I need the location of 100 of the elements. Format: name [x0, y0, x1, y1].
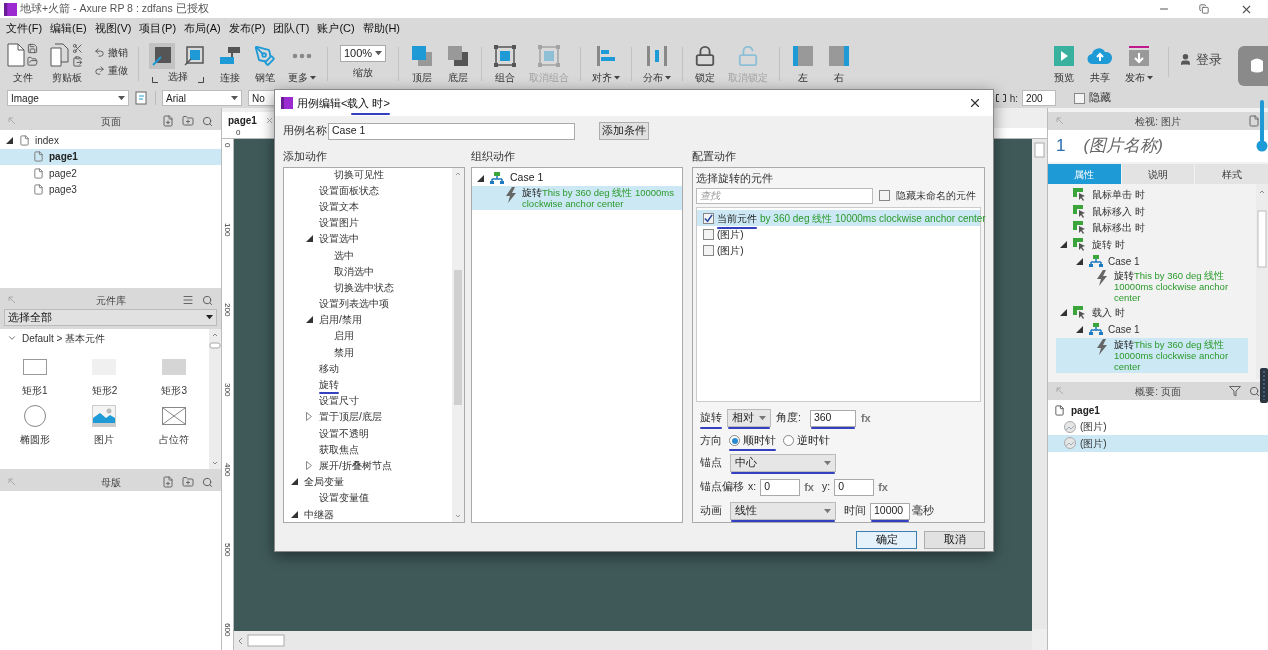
expanded-triangle-icon[interactable] [306, 235, 313, 243]
save-icon[interactable] [27, 43, 38, 54]
radio-option[interactable]: 顺时针 [729, 432, 776, 449]
menu-item[interactable]: 文件(F) [2, 19, 47, 37]
inspector-tab[interactable]: 说明 [1121, 164, 1195, 184]
action-item[interactable]: 设置变量值 [319, 491, 369, 505]
menu-item[interactable]: 项目(P) [135, 19, 181, 37]
dropdown[interactable]: 线性 [730, 502, 836, 520]
library-dropdown[interactable]: 选择全部 [4, 309, 217, 326]
event-item[interactable]: 载入 时 [1048, 304, 1256, 322]
expanded-triangle-icon[interactable] [291, 478, 298, 486]
action-item[interactable]: 设置面板状态 [319, 183, 379, 197]
fx-button[interactable]: fx [878, 478, 888, 496]
login-button[interactable]: 登录 [1179, 50, 1222, 70]
select-mode-button[interactable] [149, 43, 175, 69]
cancel-button[interactable]: 取消 [924, 531, 985, 549]
menu-item[interactable]: 布局(A) [180, 19, 225, 37]
search-icon[interactable] [1249, 385, 1260, 397]
event-item[interactable]: 旋转 时 [1048, 236, 1256, 253]
page-icon[interactable] [1248, 115, 1260, 127]
toolbar-button[interactable]: 分布 [638, 43, 676, 87]
add-folder-icon[interactable] [182, 115, 194, 127]
widget-item[interactable]: 矩形3 [139, 355, 209, 398]
expanded-triangle-icon[interactable] [306, 316, 313, 324]
toolbar-button[interactable]: 更多 [283, 43, 321, 87]
checkbox[interactable] [1074, 92, 1085, 104]
folder-icon[interactable] [27, 56, 38, 67]
collapsed-triangle-icon[interactable] [306, 460, 312, 470]
action-item[interactable]: 展开/折叠树节点 [319, 458, 392, 472]
chevron-icon[interactable] [7, 333, 17, 343]
action-item[interactable]: 取消选中 [334, 264, 374, 278]
toolbar-button[interactable]: 左 [786, 43, 820, 87]
menu-item[interactable]: 编辑(E) [46, 19, 91, 37]
toolbar-button[interactable]: 文件 [2, 43, 43, 87]
cut-icon[interactable] [72, 43, 83, 54]
checkbox[interactable] [703, 244, 714, 256]
event-item[interactable]: 鼠标移入 时 [1048, 202, 1256, 220]
dropdown[interactable]: 相对 [727, 409, 771, 427]
element-type-dropdown[interactable]: Image [7, 90, 129, 106]
expanded-triangle-icon[interactable] [1060, 240, 1067, 248]
target-row[interactable]: (图片) [697, 226, 980, 242]
tree-item[interactable]: page1 [0, 148, 221, 165]
action-item[interactable]: 设置选中 [319, 232, 359, 246]
action-item[interactable]: 启用 [334, 329, 354, 343]
toolbar-button[interactable]: 共享 [1082, 43, 1118, 87]
widget-item[interactable]: 矩形2 [69, 355, 140, 398]
action-item[interactable]: 置于顶层/底层 [319, 410, 382, 424]
menu-item[interactable]: 帮助(H) [358, 19, 404, 37]
menu-item[interactable]: 团队(T) [269, 19, 314, 37]
menu-item[interactable]: 发布(P) [224, 19, 270, 37]
action-item[interactable]: 设置列表选中项 [319, 297, 389, 311]
tree-item[interactable]: (图片) [1048, 418, 1268, 435]
search-icon[interactable] [202, 115, 213, 127]
name-field[interactable]: (图片名称) [1083, 133, 1163, 159]
dropdown[interactable]: 中心 [730, 454, 836, 472]
toolbar-button[interactable]: 对齐 [587, 43, 625, 87]
toolbar-button[interactable]: 撤销 [94, 45, 128, 60]
input-field[interactable]: Case 1 [328, 122, 575, 140]
action-item[interactable]: 设置图片 [319, 216, 359, 230]
action-row[interactable]: 旋转This by 360 deg 线性 10000ms clockwise anchor center [1056, 269, 1248, 305]
action-item[interactable]: 设置尺寸 [319, 394, 359, 408]
add-condition-button[interactable]: 添加条件 [599, 122, 649, 140]
fx-button[interactable]: fx [804, 478, 814, 496]
action-item[interactable]: 切换选中状态 [334, 280, 394, 294]
search-field[interactable]: 查找 [696, 187, 873, 204]
expanded-triangle-icon[interactable] [1076, 325, 1083, 333]
toolbar-button[interactable]: 组合 [488, 43, 522, 87]
menu-icon[interactable] [182, 294, 194, 306]
checkbox[interactable] [703, 212, 714, 224]
action-item[interactable]: 移动 [319, 361, 339, 375]
paste-icon[interactable] [72, 56, 83, 67]
toolbar-button[interactable]: 预览 [1048, 43, 1080, 87]
inspector-tab[interactable]: 样式 [1195, 164, 1268, 184]
search-icon[interactable] [202, 294, 213, 306]
tree-item[interactable]: index [0, 132, 221, 149]
ok-button[interactable]: 确定 [856, 531, 917, 549]
action-item[interactable]: 启用/禁用 [319, 313, 362, 327]
toolbar-button[interactable]: 底层 [441, 43, 475, 87]
zoom-dropdown[interactable]: 100% [340, 45, 386, 62]
input-field[interactable]: 10000 [870, 502, 910, 520]
event-item[interactable]: 鼠标单击 时 [1048, 186, 1256, 203]
action-item[interactable]: 选中 [334, 248, 354, 262]
case-item[interactable]: Case 1 [1048, 321, 1256, 338]
height-field[interactable]: 200 [1022, 90, 1056, 106]
input-field[interactable]: 0 [760, 478, 801, 496]
expanded-triangle-icon[interactable] [291, 510, 298, 518]
toolbar-button[interactable]: 重做 [94, 63, 128, 78]
action-item[interactable]: 全局变量 [304, 475, 344, 489]
tree-item[interactable]: page1 [1048, 402, 1268, 419]
collapsed-triangle-icon[interactable] [306, 412, 312, 422]
menu-item[interactable]: 账户(C) [313, 19, 359, 37]
toolbar-button[interactable]: 连接 [213, 43, 247, 87]
add-page-icon[interactable] [162, 115, 174, 127]
tree-item[interactable]: page2 [0, 165, 221, 182]
toolbar-button[interactable]: 发布 [1120, 43, 1158, 87]
widget-item[interactable]: 矩形1 [0, 355, 70, 398]
fx-button[interactable]: fx [860, 409, 871, 427]
toolbar-button[interactable]: 顶层 [405, 43, 439, 87]
checkbox[interactable] [703, 228, 714, 240]
action-item[interactable]: 设置不透明 [319, 426, 369, 440]
